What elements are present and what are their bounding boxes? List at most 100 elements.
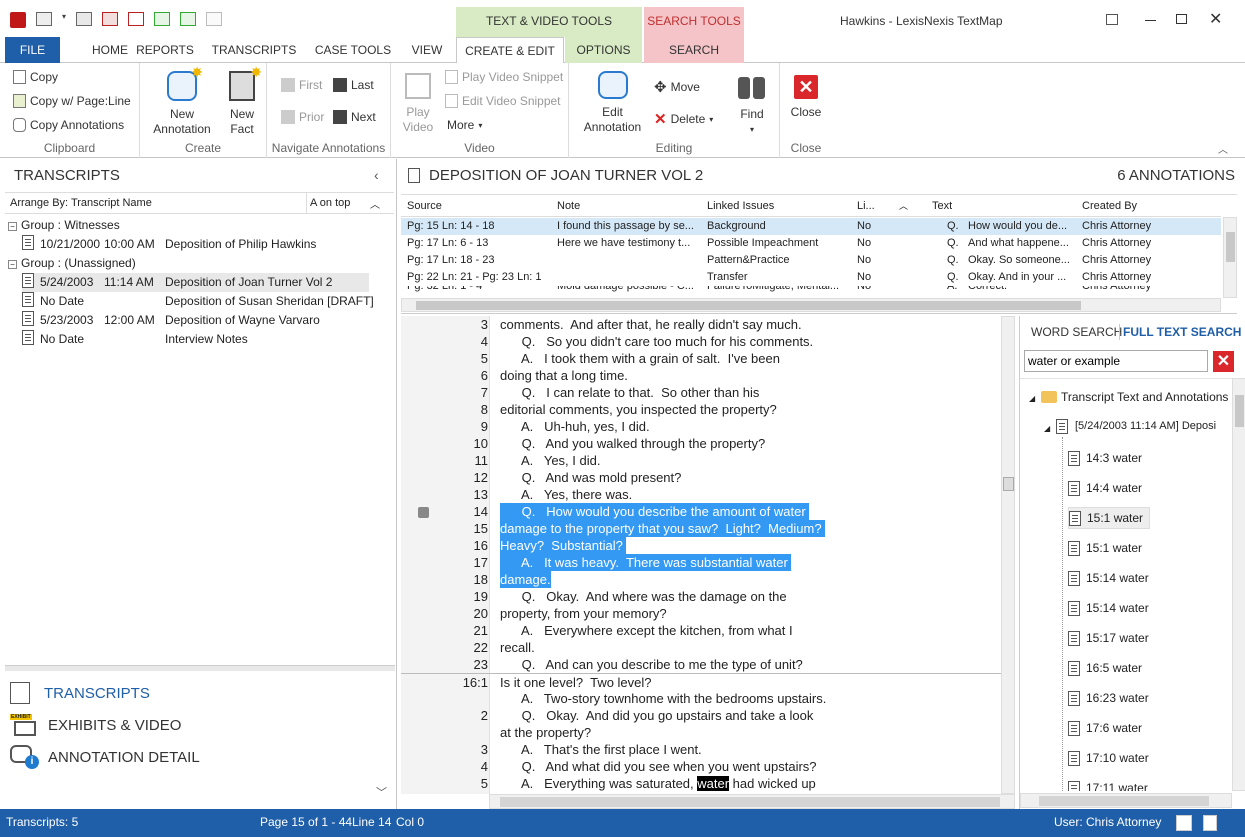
transcript-line[interactable]: 10 Q. And you walked through the propert… <box>401 435 1001 452</box>
transcript-row[interactable]: 10/21/2000 10:00 AM Deposition of Philip H… <box>22 235 367 254</box>
transcript-line[interactable]: 3 A. That's the first place I went. <box>401 741 1001 758</box>
expand-arrow-icon[interactable]: ◢ <box>1029 394 1035 403</box>
transcript-line[interactable]: 18 damage. <box>401 571 1001 588</box>
search-result-item[interactable]: 16:5 water <box>1068 657 1142 679</box>
sort-toggle-icon[interactable]: ︿ <box>370 196 380 211</box>
close-button[interactable]: ✕ Close <box>786 75 826 120</box>
search-result-item[interactable]: 15:1 water <box>1068 507 1151 529</box>
transcript-line[interactable]: 16:1 Is it one level? Two level? <box>401 673 1001 690</box>
tab-options[interactable]: OPTIONS <box>565 37 642 63</box>
search-hit[interactable]: water <box>697 776 730 791</box>
annotation-row-selected[interactable]: Pg: 15 Ln: 14 - 18 I found this passage … <box>401 218 1221 235</box>
ribbon-display-icon[interactable] <box>1106 14 1118 25</box>
share-icon[interactable] <box>180 12 197 26</box>
maximize-button[interactable] <box>1176 14 1187 24</box>
full-text-search-tab[interactable]: FULL TEXT SEARCH <box>1123 325 1241 339</box>
tab-case-tools[interactable]: CASE TOOLS <box>310 37 396 63</box>
copy-page-line-button[interactable]: Copy w/ Page:Line <box>13 94 131 108</box>
pane-splitter[interactable] <box>5 665 395 671</box>
transcript-line[interactable]: 16 Heavy? Substantial? <box>401 537 1001 554</box>
transcript-line[interactable]: A. Two-story townhome with the bedrooms … <box>401 690 1001 707</box>
collapse-toggle-icon[interactable]: − <box>8 222 17 231</box>
search-result-item[interactable]: 16:23 water <box>1068 687 1149 709</box>
group-row[interactable]: − Group : Witnesses <box>8 216 120 235</box>
transcript-line[interactable]: 15 damage to the property that you saw? L… <box>401 520 1001 537</box>
nav-exhibits-video[interactable]: EXHIBIT EXHIBITS & VIDEO <box>10 711 390 739</box>
transcript-line[interactable]: 22 recall. <box>401 639 1001 656</box>
grid-hscroll-thumb[interactable] <box>416 301 1081 310</box>
first-button[interactable]: First <box>281 78 322 92</box>
transcript-line[interactable]: 9 A. Uh-huh, yes, I did. <box>401 418 1001 435</box>
transcript-row[interactable]: 5/23/2003 12:00 AM Deposition of Wayne Var… <box>22 311 367 330</box>
copy-stack-icon[interactable] <box>76 12 93 26</box>
last-button[interactable]: Last <box>333 78 374 92</box>
new-annotation-button[interactable]: ✸ New Annotation <box>148 65 216 137</box>
transcript-line[interactable]: 4 Q. And what did you see when you went … <box>401 758 1001 775</box>
edit-video-snippet-button[interactable]: Edit Video Snippet <box>445 94 561 108</box>
column-source[interactable]: Source <box>407 195 442 217</box>
transcript-row-selected[interactable]: 5/24/2003 11:14 AM Deposition of Joan Turn… <box>22 273 369 292</box>
grid-horizontal-scrollbar[interactable] <box>401 298 1221 312</box>
transcript-line[interactable]: 11 A. Yes, I did. <box>401 452 1001 469</box>
transcript-line[interactable]: 17 A. It was heavy. There was substantia… <box>401 554 1001 571</box>
tab-view[interactable]: VIEW <box>405 37 449 63</box>
search-result-item[interactable]: 14:4 water <box>1068 477 1142 499</box>
transcript-line[interactable]: 3 comments. And after that, he really did… <box>401 316 1001 333</box>
print-icon[interactable] <box>36 12 52 26</box>
nav-more-icon[interactable]: ﹀ <box>376 784 387 800</box>
results-root[interactable]: Transcript Text and Annotations <box>1061 390 1228 404</box>
column-created-by[interactable]: Created By <box>1082 195 1137 217</box>
search-result-item[interactable]: 15:14 water <box>1068 567 1149 589</box>
transcript-line[interactable]: 19 Q. Okay. And where was the damage on … <box>401 588 1001 605</box>
sort-order[interactable]: A on top <box>310 197 350 209</box>
find-button[interactable]: Find ▾ <box>729 71 775 137</box>
grid-vertical-scrollbar[interactable] <box>1223 217 1237 298</box>
column-linked-issues[interactable]: Linked Issues <box>707 195 774 217</box>
ocr-icon[interactable] <box>1176 815 1192 831</box>
group-row[interactable]: − Group : (Unassigned) <box>8 254 136 273</box>
tab-create-edit[interactable]: CREATE & EDIT <box>456 37 564 64</box>
transcript-row[interactable]: No Date Deposition of Susan Sheridan [DRA… <box>22 292 374 311</box>
delete-button[interactable]: ✕ Delete ▾ <box>654 110 713 128</box>
export-green-icon[interactable] <box>154 12 171 26</box>
search-result-item[interactable]: 17:10 water <box>1068 747 1149 769</box>
column-note[interactable]: Note <box>557 195 580 217</box>
copy-annotations-button[interactable]: Copy Annotations <box>13 118 124 132</box>
annotation-row[interactable]: Pg: 17 Ln: 18 - 23 Pattern&Practice No Q… <box>401 252 1221 269</box>
transcript-line[interactable]: 14 Q. How would you describe the amount … <box>401 503 1001 520</box>
transcript-line[interactable]: 13 A. Yes, there was. <box>401 486 1001 503</box>
transcript-line[interactable]: 2 Q. Okay. And did you go upstairs and t… <box>401 707 1001 724</box>
prior-button[interactable]: Prior <box>281 110 324 124</box>
collapse-pane-icon[interactable]: ‹ <box>374 167 379 183</box>
transcript-line[interactable]: 20 property, from your memory? <box>401 605 1001 622</box>
copy-button[interactable]: Copy <box>13 70 58 84</box>
search-result-item[interactable]: 15:1 water <box>1068 537 1142 559</box>
transcript-line[interactable]: 5 A. Everything was saturated, water had… <box>401 775 1001 792</box>
word-search-tab[interactable]: WORD SEARCH <box>1031 325 1122 339</box>
app-icon[interactable] <box>10 12 26 28</box>
search-hscroll-thumb[interactable] <box>1039 796 1209 806</box>
search-result-item[interactable]: 17:11 water <box>1068 777 1148 791</box>
clear-search-button[interactable]: ✕ <box>1213 351 1234 372</box>
pdf-icon[interactable] <box>128 12 145 26</box>
transcript-line[interactable]: 7 Q. I can relate to that. So other than… <box>401 384 1001 401</box>
play-video-button[interactable]: Play Video <box>399 73 437 135</box>
search-horizontal-scrollbar[interactable] <box>1020 793 1232 808</box>
grid-vscroll-thumb[interactable] <box>1226 232 1235 262</box>
print-dropdown-icon[interactable]: ▾ <box>62 12 66 28</box>
search-result-item[interactable]: 17:6 water <box>1068 717 1142 739</box>
search-result-item[interactable]: 14:3 water <box>1068 447 1142 469</box>
tab-file[interactable]: FILE <box>5 37 60 63</box>
column-li[interactable]: Li... <box>857 195 875 217</box>
annotation-row[interactable]: Pg: 32 Ln: 1 - 4 Mold damage possible - … <box>401 286 1221 296</box>
annotation-marker-icon[interactable] <box>418 507 429 518</box>
tab-reports[interactable]: REPORTS <box>132 37 198 63</box>
next-button[interactable]: Next <box>333 110 376 124</box>
transcript-line[interactable]: at the property? <box>401 724 1001 741</box>
transcript-row[interactable]: No Date Interview Notes <box>22 330 367 349</box>
results-document[interactable]: [5/24/2003 11:14 AM] Deposi <box>1075 420 1216 432</box>
annotation-row[interactable]: Pg: 17 Ln: 6 - 13 Here we have testimony… <box>401 235 1221 252</box>
transcript-viewer[interactable]: 3 comments. And after that, he really did… <box>401 316 1001 794</box>
tab-search[interactable]: SEARCH <box>644 37 744 63</box>
annotation-row[interactable]: Pg: 22 Ln: 21 - Pg: 23 Ln: 1 Transfer No… <box>401 269 1221 286</box>
